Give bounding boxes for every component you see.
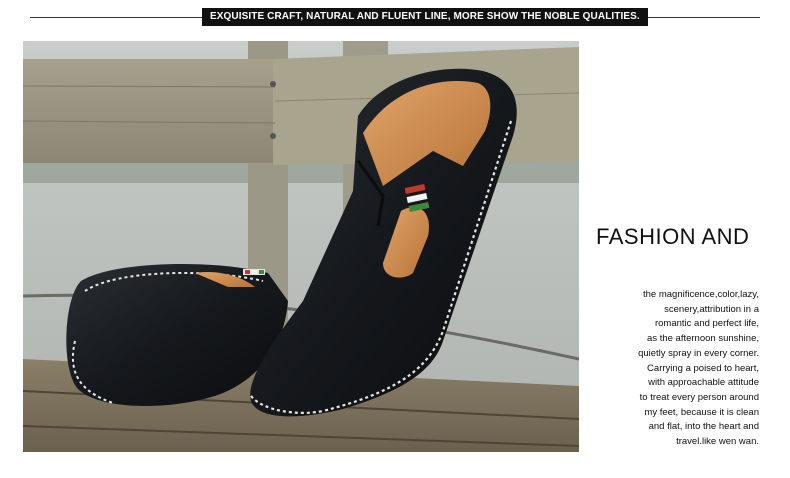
description-line: scenery,attribution in a (664, 303, 759, 315)
description-line: as the afternoon sunshine, (647, 333, 759, 345)
description-line: to treat every person around (639, 391, 759, 403)
description-line: travel.like wen wan. (676, 436, 759, 448)
description-line: Carrying a poised to heart, (647, 362, 759, 374)
description-line: with approachable attitude (648, 377, 759, 389)
description-line: the magnificence,color,lazy, (643, 289, 759, 300)
banner-caption: EXQUISITE CRAFT, NATURAL AND FLUENT LINE… (202, 8, 648, 26)
product-photo (23, 41, 579, 452)
description-line: and flat, into the heart and (648, 421, 759, 433)
description-text: the magnificence,color,lazy, scenery,att… (589, 288, 759, 450)
description-line: my feet, because it is clean (644, 406, 759, 418)
description-line: quietly spray in every corner. (638, 347, 759, 359)
section-heading: FASHION AND (596, 224, 750, 249)
description-line: romantic and perfect life, (654, 318, 759, 330)
